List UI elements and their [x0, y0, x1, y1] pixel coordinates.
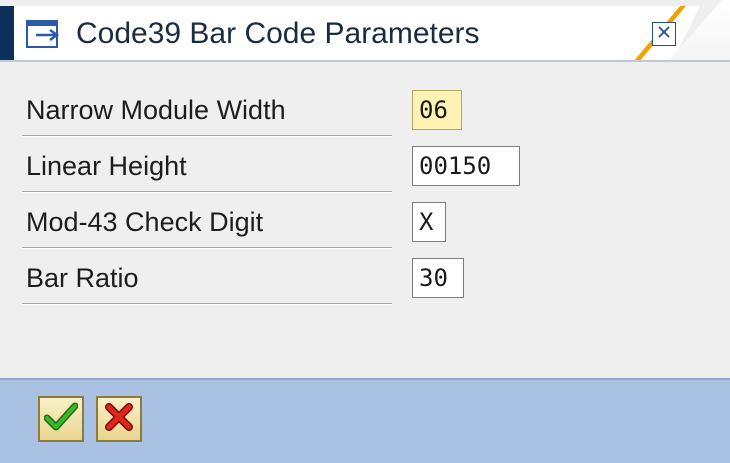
title-bar-left-edge — [0, 6, 14, 62]
row-divider-highlight — [22, 248, 392, 249]
linear-height-label: Linear Height — [26, 151, 187, 181]
dialog-window: Code39 Bar Code Parameters Narrow Module… — [0, 0, 730, 463]
checkmark-icon — [43, 402, 79, 437]
confirm-button[interactable] — [38, 396, 84, 442]
title-bar: Code39 Bar Code Parameters — [0, 0, 730, 62]
mod43-check-digit-input[interactable]: X — [412, 202, 446, 242]
form-row-bar-ratio: Bar Ratio 30 — [22, 252, 522, 305]
bar-ratio-input[interactable]: 30 — [412, 258, 464, 298]
dialog-title: Code39 Bar Code Parameters — [76, 17, 480, 50]
form-row-narrow-module-width: Narrow Module Width 06 — [22, 84, 522, 137]
close-icon — [656, 24, 672, 44]
footer-divider — [0, 378, 730, 380]
cancel-button[interactable] — [96, 396, 142, 442]
linear-height-input[interactable]: 00150 — [412, 146, 520, 186]
row-divider-highlight — [22, 304, 392, 305]
mod43-check-digit-label: Mod-43 Check Digit — [26, 207, 264, 237]
cancel-x-icon — [104, 402, 134, 437]
form-row-mod43-check-digit: Mod-43 Check Digit X — [22, 196, 522, 249]
narrow-module-width-input[interactable]: 06 — [412, 90, 462, 130]
bar-ratio-label: Bar Ratio — [26, 263, 139, 293]
dialog-window-icon — [26, 20, 64, 48]
narrow-module-width-label: Narrow Module Width — [26, 95, 286, 125]
close-button[interactable] — [652, 22, 676, 46]
form-row-linear-height: Linear Height 00150 — [22, 140, 522, 193]
row-divider-highlight — [22, 192, 392, 193]
row-divider-highlight — [22, 136, 392, 137]
title-bar-divider — [0, 60, 730, 62]
